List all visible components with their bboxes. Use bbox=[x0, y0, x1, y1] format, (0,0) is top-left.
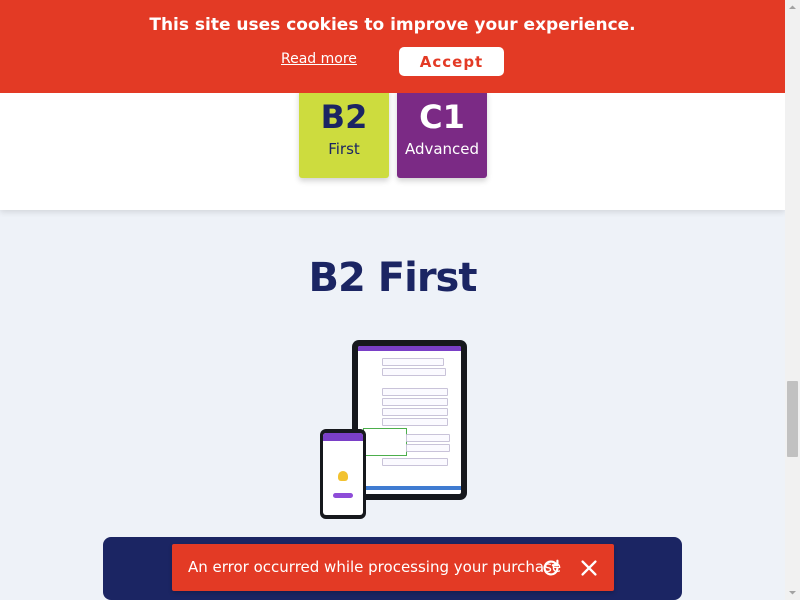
scrollbar-thumb[interactable] bbox=[787, 381, 798, 457]
read-more-link[interactable]: Read more bbox=[281, 51, 357, 67]
cookie-message: This site uses cookies to improve your e… bbox=[149, 15, 636, 35]
level-card-c1[interactable]: C1 Advanced bbox=[397, 88, 487, 178]
trophy-icon bbox=[338, 471, 348, 481]
tablet-header-bar bbox=[358, 346, 461, 351]
screen-line bbox=[382, 358, 444, 366]
tablet-screen bbox=[358, 346, 461, 494]
screen-line bbox=[382, 368, 446, 376]
cookie-banner: This site uses cookies to improve your e… bbox=[0, 0, 785, 93]
tablet-image bbox=[352, 340, 467, 500]
screen-green-box bbox=[363, 428, 407, 456]
level-name: Advanced bbox=[404, 140, 480, 158]
scrollbar[interactable] bbox=[785, 0, 800, 600]
screen-line bbox=[382, 408, 448, 416]
phone-button-shape bbox=[333, 493, 353, 498]
level-code: B2 bbox=[320, 98, 368, 136]
accept-cookies-button[interactable]: Accept bbox=[399, 47, 504, 76]
scroll-down-arrow-icon[interactable] bbox=[785, 585, 800, 600]
tablet-footer-bar bbox=[358, 486, 461, 490]
error-message: An error occurred while processing your … bbox=[188, 558, 562, 576]
screen-line bbox=[382, 388, 448, 396]
screen-line bbox=[406, 434, 450, 442]
phone-screen bbox=[323, 433, 363, 515]
screen-line bbox=[382, 458, 448, 466]
level-name: First bbox=[328, 140, 360, 158]
screen-line bbox=[382, 418, 448, 426]
page-title: B2 First bbox=[308, 255, 478, 301]
phone-image bbox=[320, 429, 366, 519]
error-toast: An error occurred while processing your … bbox=[172, 544, 614, 591]
refresh-icon[interactable] bbox=[540, 557, 562, 579]
screen-line bbox=[382, 398, 448, 406]
screen-line bbox=[406, 444, 450, 452]
phone-header-bar bbox=[323, 433, 363, 441]
scroll-up-arrow-icon[interactable] bbox=[785, 0, 800, 15]
level-card-b2[interactable]: B2 First bbox=[299, 88, 389, 178]
close-icon[interactable] bbox=[578, 557, 600, 579]
level-code: C1 bbox=[419, 98, 465, 136]
